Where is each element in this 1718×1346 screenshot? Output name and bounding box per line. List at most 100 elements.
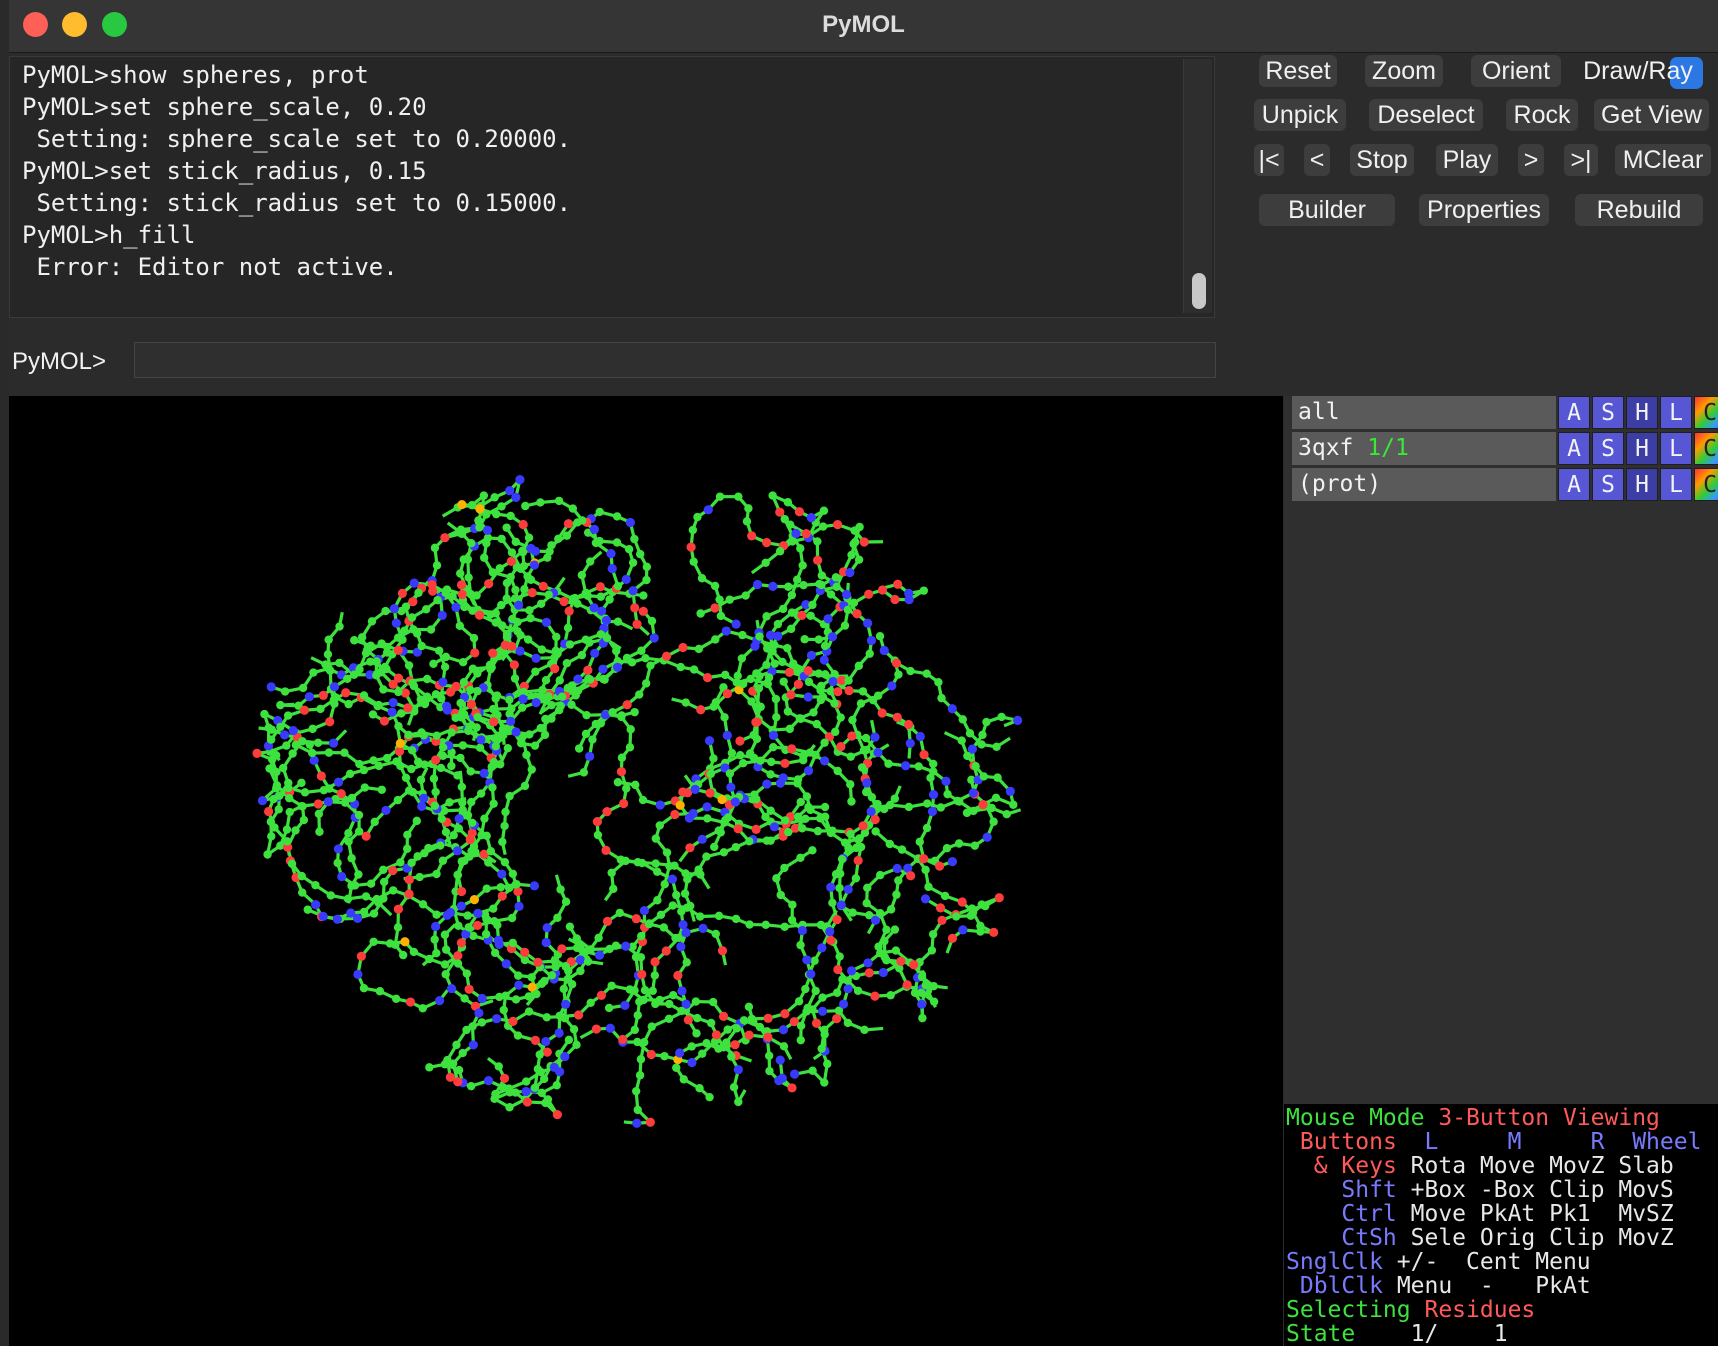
color-button[interactable]: C bbox=[1694, 468, 1718, 501]
object-name[interactable]: (prot) bbox=[1292, 468, 1556, 501]
show-button[interactable]: S bbox=[1592, 396, 1624, 429]
object-row-3qxf[interactable]: 3qxf 1/1 A S H L C bbox=[1292, 432, 1718, 466]
color-button[interactable]: C bbox=[1694, 432, 1718, 465]
draw-ray-button[interactable]: Draw/Ray bbox=[1574, 55, 1702, 87]
label-button[interactable]: L bbox=[1660, 396, 1692, 429]
atom bbox=[752, 579, 763, 590]
atom bbox=[279, 730, 290, 740]
atom bbox=[677, 1006, 686, 1016]
show-button[interactable]: S bbox=[1592, 468, 1624, 501]
zoom-button[interactable]: Zoom bbox=[1365, 55, 1443, 87]
atom bbox=[831, 573, 841, 582]
stop-button[interactable]: Stop bbox=[1350, 144, 1414, 176]
atom bbox=[515, 475, 525, 485]
object-row-prot[interactable]: (prot) A S H L C bbox=[1292, 468, 1718, 502]
unpick-button[interactable]: Unpick bbox=[1254, 99, 1346, 131]
atom bbox=[892, 890, 901, 899]
atom bbox=[833, 520, 843, 530]
atom bbox=[777, 1073, 787, 1083]
atom bbox=[989, 817, 998, 826]
atom bbox=[846, 752, 855, 761]
atom bbox=[755, 1022, 765, 1032]
properties-button[interactable]: Properties bbox=[1419, 194, 1549, 226]
atom bbox=[469, 931, 478, 941]
atom bbox=[667, 874, 678, 884]
atom bbox=[717, 946, 728, 956]
atom bbox=[470, 648, 480, 658]
atom bbox=[890, 925, 900, 934]
atom bbox=[445, 687, 456, 697]
atom bbox=[832, 914, 842, 925]
atom bbox=[456, 698, 465, 708]
action-button[interactable]: A bbox=[1558, 432, 1590, 465]
object-name[interactable]: 3qxf 1/1 bbox=[1292, 432, 1556, 465]
atom bbox=[792, 575, 802, 584]
atom bbox=[560, 1052, 570, 1062]
object-name[interactable]: all bbox=[1292, 396, 1556, 429]
atom bbox=[806, 650, 817, 660]
console-scroll-thumb[interactable] bbox=[1192, 273, 1206, 309]
atom bbox=[589, 524, 599, 535]
atom bbox=[346, 908, 356, 918]
orient-button[interactable]: Orient bbox=[1471, 55, 1561, 87]
atom bbox=[305, 740, 314, 749]
atom bbox=[375, 987, 385, 996]
atom bbox=[553, 649, 562, 658]
next-frame-button[interactable]: > bbox=[1518, 144, 1544, 176]
atom bbox=[496, 883, 505, 892]
hide-button[interactable]: H bbox=[1626, 468, 1658, 501]
atom bbox=[595, 582, 605, 592]
atom bbox=[490, 948, 500, 958]
atom bbox=[412, 816, 421, 826]
builder-button[interactable]: Builder bbox=[1259, 194, 1395, 226]
label-button[interactable]: L bbox=[1660, 468, 1692, 501]
atom bbox=[454, 814, 464, 824]
atom bbox=[453, 959, 463, 968]
atom bbox=[605, 944, 614, 954]
atom bbox=[894, 670, 903, 679]
mclear-button[interactable]: MClear bbox=[1615, 144, 1711, 176]
color-button[interactable]: C bbox=[1694, 396, 1718, 429]
atom bbox=[318, 690, 328, 700]
get-view-button[interactable]: Get View bbox=[1594, 99, 1709, 131]
rock-button[interactable]: Rock bbox=[1506, 99, 1578, 131]
hide-button[interactable]: H bbox=[1626, 396, 1658, 429]
atom bbox=[766, 644, 775, 654]
atom bbox=[468, 1022, 477, 1031]
atom bbox=[354, 870, 363, 879]
atom bbox=[436, 763, 446, 773]
atom bbox=[271, 751, 281, 760]
reset-button[interactable]: Reset bbox=[1259, 55, 1337, 87]
atom bbox=[783, 643, 792, 653]
atom bbox=[621, 941, 631, 951]
atom bbox=[901, 761, 911, 771]
atom bbox=[369, 909, 379, 918]
output-console[interactable]: PyMOL>show spheres, prot PyMOL>set spher… bbox=[9, 56, 1215, 318]
deselect-button[interactable]: Deselect bbox=[1369, 99, 1483, 131]
play-button[interactable]: Play bbox=[1436, 144, 1498, 176]
atom bbox=[438, 856, 448, 865]
atom bbox=[764, 673, 774, 682]
previous-frame-button[interactable]: < bbox=[1304, 144, 1330, 176]
command-input[interactable] bbox=[134, 342, 1216, 378]
atom bbox=[866, 806, 876, 817]
console-scrollbar[interactable] bbox=[1183, 59, 1212, 313]
atom bbox=[298, 737, 307, 746]
atom bbox=[890, 794, 900, 803]
atom bbox=[818, 522, 828, 531]
hide-button[interactable]: H bbox=[1626, 432, 1658, 465]
first-frame-button[interactable]: |< bbox=[1254, 144, 1284, 176]
label-button[interactable]: L bbox=[1660, 432, 1692, 465]
molecular-viewer[interactable] bbox=[9, 396, 1283, 1346]
atom bbox=[586, 998, 595, 1008]
action-button[interactable]: A bbox=[1558, 396, 1590, 429]
atom bbox=[297, 778, 306, 788]
show-button[interactable]: S bbox=[1592, 432, 1624, 465]
object-row-all[interactable]: all A S H L C bbox=[1292, 396, 1718, 430]
last-frame-button[interactable]: >| bbox=[1564, 144, 1598, 176]
action-button[interactable]: A bbox=[1558, 468, 1590, 501]
atom bbox=[854, 661, 864, 671]
atom bbox=[870, 732, 880, 742]
rebuild-button[interactable]: Rebuild bbox=[1575, 194, 1703, 226]
atom bbox=[565, 640, 575, 649]
